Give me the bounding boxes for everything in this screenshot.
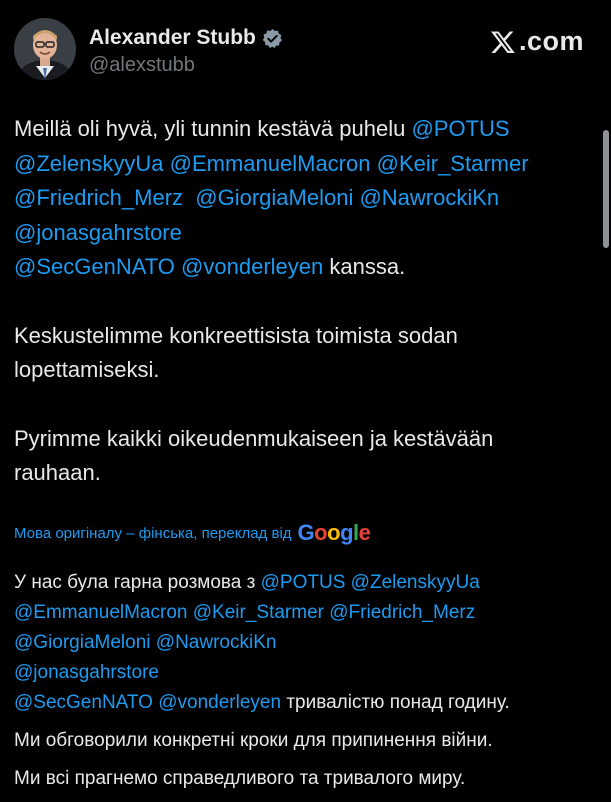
avatar-image — [14, 18, 76, 80]
mention-link[interactable]: @jonasgahrstore — [14, 220, 182, 245]
tweet-text-segment: kanssa. — [323, 254, 406, 279]
translated-text: У нас була гарна розмова з @POTUS @Zelen… — [14, 568, 604, 802]
mention-link[interactable]: @POTUS — [261, 572, 346, 593]
x-brand: .com — [490, 26, 584, 57]
brand-text: .com — [518, 26, 584, 56]
translation-text-segment: У нас була гарна розмова з — [14, 572, 261, 593]
tweet-paragraph-2: Keskustelimme konkreettisista toimista s… — [14, 322, 458, 383]
mention-link[interactable]: @jonasgahrstore — [14, 662, 159, 683]
mention-link[interactable]: @Keir_Starmer — [193, 602, 324, 623]
mention-link[interactable]: @GiorgiaMeloni — [14, 632, 151, 653]
scrollbar[interactable] — [603, 130, 609, 248]
mention-link[interactable]: @Friedrich_Merz — [14, 185, 183, 210]
translation-paragraph-2: Ми обговорили конкретні кроки для припин… — [14, 730, 493, 751]
mention-link[interactable]: @SecGenNATO — [14, 692, 153, 713]
mention-link[interactable]: @vonderleyen — [158, 692, 281, 713]
mention-link[interactable]: @NawrockiKn — [359, 185, 499, 210]
mention-link[interactable]: @SecGenNATO — [14, 254, 175, 279]
mention-link[interactable]: @NawrockiKn — [156, 632, 277, 653]
display-name[interactable]: Alexander Stubb — [89, 26, 256, 50]
translation-paragraph-3: Ми всі прагнемо справедливого та тривало… — [14, 768, 466, 789]
x-logo-icon — [490, 30, 515, 53]
google-logo[interactable]: Google — [298, 522, 371, 544]
mention-link[interactable]: @ZelenskyyUa — [351, 572, 480, 593]
mention-link[interactable]: @Keir_Starmer — [377, 151, 529, 176]
user-handle[interactable]: @alexstubb — [89, 54, 195, 77]
mention-link[interactable]: @POTUS — [411, 116, 509, 141]
mention-link[interactable]: @ZelenskyyUa — [14, 151, 164, 176]
translation-label[interactable]: Мова оригіналу – фінська, переклад від — [14, 525, 292, 542]
tweet-paragraph-1: Meillä oli hyvä, yli tunnin kestävä puhe… — [14, 112, 584, 285]
mention-link[interactable]: @EmmanuelMacron — [14, 602, 187, 623]
translation-text-segment: тривалістю понад годину. — [281, 692, 510, 713]
translation-paragraph-1: У нас була гарна розмова з @POTUS @Zelen… — [14, 568, 604, 718]
name-row: Alexander Stubb — [89, 26, 283, 50]
mention-link[interactable]: @EmmanuelMacron — [170, 151, 371, 176]
mention-link[interactable]: @Friedrich_Merz — [329, 602, 475, 623]
tweet-paragraph-3: Pyrimme kaikki oikeudenmukaiseen ja kest… — [14, 425, 494, 486]
tweet-header: Alexander Stubb @alexstubb .com — [14, 12, 594, 82]
mention-link[interactable]: @GiorgiaMeloni — [195, 185, 353, 210]
tweet-text: Meillä oli hyvä, yli tunnin kestävä puhe… — [14, 112, 584, 491]
verified-badge-icon — [262, 28, 282, 48]
mention-link[interactable]: @vonderleyen — [181, 254, 323, 279]
translation-attribution: Мова оригіналу – фінська, переклад від G… — [14, 522, 371, 544]
tweet-text-segment: Meillä oli hyvä, yli tunnin kestävä puhe… — [14, 116, 412, 141]
avatar[interactable] — [14, 18, 76, 80]
